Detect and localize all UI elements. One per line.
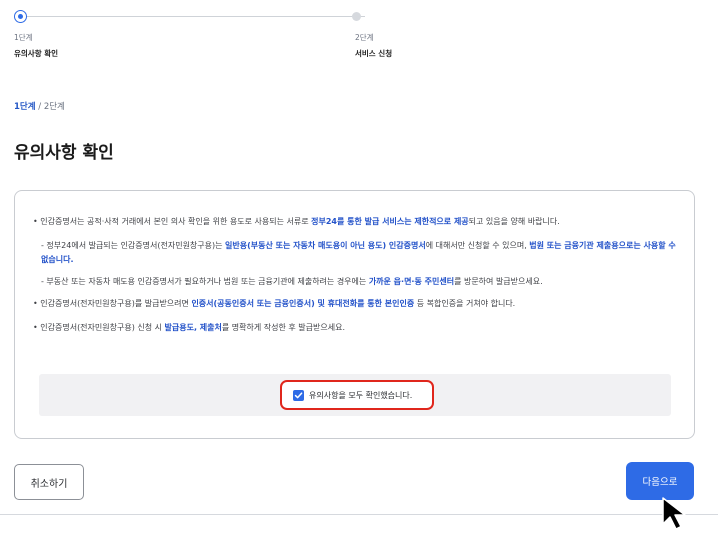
notice-text: 되고 있음을 양해 바랍니다. [468,217,560,226]
check-icon[interactable] [293,390,304,401]
notice-emphasis: 발급용도, 제출처 [164,323,222,332]
notice-subitem: - 정부24에서 발급되는 인감증명서(전자민원창구용)는 일반용(부동산 또는… [33,239,683,267]
confirm-checkbox-label[interactable]: 유의사항을 모두 확인했습니다. [309,389,412,402]
step-progress: 1단계 / 2단계 [14,100,65,112]
next-button[interactable]: 다음으로 [626,462,694,500]
notice-item: • 인감증명서(전자민원창구용)를 발급받으려면 인증서(공동인증서 또는 금융… [33,299,516,308]
notice-text: 를 명확하게 작성한 후 발급받으세요. [221,323,346,332]
confirm-checkbox-highlight[interactable]: 유의사항을 모두 확인했습니다. [280,380,434,410]
footer-divider [0,514,718,515]
notice-text: 를 방문하여 발급받으세요. [454,277,543,286]
step-1-name: 유의사항 확인 [14,49,59,58]
notice-box: • 인감증명서는 공적·사적 거래에서 본인 의사 확인을 위한 용도로 사용되… [14,190,695,439]
step-2-indicator-icon [352,12,361,21]
notice-item: • 인감증명서는 공적·사적 거래에서 본인 의사 확인을 위한 용도로 사용되… [33,217,560,226]
step-1-indicator-icon [14,10,27,23]
stepper-line [21,16,365,17]
notice-text: - 부동산 또는 자동차 매도용 인감증명서가 필요하거나 법원 또는 금융기관… [41,277,369,286]
notice-text: 인감증명서(전자민원창구용) 신청 시 [40,323,165,332]
step-progress-current: 1단계 [14,102,36,112]
notice-emphasis: 일반용(부동산 또는 자동차 매도용이 아닌 용도) 인감증명서 [225,241,426,250]
stepper: 1단계 유의사항 확인 2단계 서비스 신청 [14,10,404,70]
notice-text: 인감증명서는 공적·사적 거래에서 본인 의사 확인을 위한 용도로 사용되는 … [40,217,312,226]
notice-text: 에 대해서만 신청할 수 있으며, [425,241,530,250]
notice-list: • 인감증명서는 공적·사적 거래에서 본인 의사 확인을 위한 용도로 사용되… [33,215,683,345]
notice-text: - 정부24에서 발급되는 인감증명서(전자민원창구용)는 [41,241,226,250]
step-1: 1단계 유의사항 확인 [14,32,58,60]
confirm-area: 유의사항을 모두 확인했습니다. [39,374,671,416]
notice-text: 인감증명서(전자민원창구용)를 발급받으려면 [40,299,192,308]
mouse-pointer-icon [662,497,686,530]
notice-emphasis: 인증서(공동인증서 또는 금융인증서) 및 휴대전화를 통한 본인인증 [191,299,415,308]
step-2: 2단계 서비스 신청 [355,32,392,60]
step-progress-total: / 2단계 [35,102,65,112]
cancel-button[interactable]: 취소하기 [14,464,84,500]
step-2-number: 2단계 [355,33,374,42]
step-2-name: 서비스 신청 [355,49,393,58]
notice-emphasis: 가까운 읍·면·동 주민센터 [368,277,455,286]
notice-subitem: - 부동산 또는 자동차 매도용 인감증명서가 필요하거나 법원 또는 금융기관… [33,275,683,289]
page-title: 유의사항 확인 [14,143,114,163]
notice-item: • 인감증명서(전자민원창구용) 신청 시 발급용도, 제출처를 명확하게 작성… [33,323,346,332]
notice-emphasis: 정부24를 통한 발급 서비스는 제한적으로 제공 [311,217,469,226]
step-1-number: 1단계 [14,33,33,42]
notice-text: 등 복합인증을 거쳐야 합니다. [414,299,516,308]
